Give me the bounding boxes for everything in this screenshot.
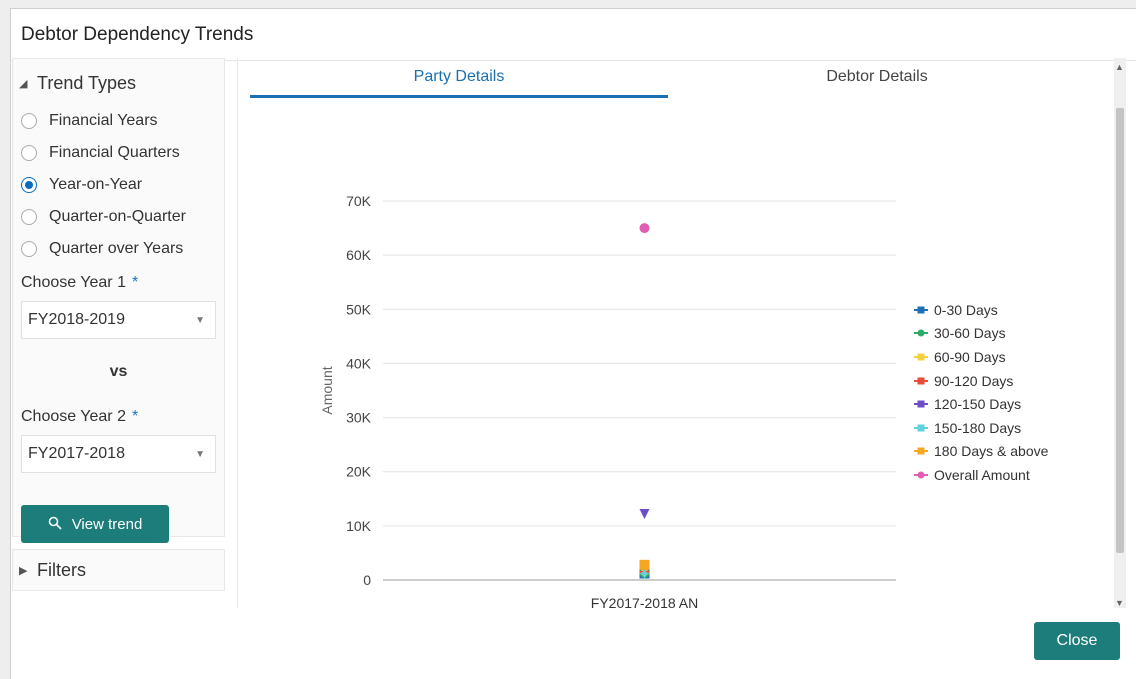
legend-marker-icon — [914, 446, 928, 456]
legend-item[interactable]: 0-30 Days — [914, 298, 1048, 322]
required-mark: * — [131, 408, 139, 425]
legend-item[interactable]: 150-180 Days — [914, 416, 1048, 440]
radio-circle[interactable] — [21, 145, 37, 161]
dropdown-arrow-icon[interactable]: ▼ — [195, 315, 205, 326]
data-point-120-150-days — [639, 508, 650, 519]
search-icon — [48, 516, 62, 533]
chart-panel: Party Details Debtor Details 0 10K 20K 30K 4… — [237, 58, 1126, 608]
trend-types-card: ◢ Trend Types Financial Years Financial … — [12, 58, 225, 543]
year1-select[interactable]: FY2018-2019 ▼ — [21, 301, 216, 339]
legend-marker-icon — [914, 352, 928, 362]
chart-legend: 0-30 Days 30-60 Days 60-90 Days 90-120 Days… — [914, 298, 1048, 487]
legend-item[interactable]: 60-90 Days — [914, 345, 1048, 369]
radio-year-on-year[interactable]: Year-on-Year — [21, 169, 216, 201]
legend-item[interactable]: 180 Days & above — [914, 440, 1048, 464]
year1-label: Choose Year 1 * — [21, 271, 216, 295]
legend-item[interactable]: 120-150 Days — [914, 392, 1048, 416]
trend-types-title: Trend Types — [37, 72, 137, 93]
legend-label: 30-60 Days — [934, 325, 1006, 342]
radio-label: Quarter over Years — [49, 240, 184, 257]
year1-label-text: Choose Year 1 — [21, 274, 126, 291]
filters-header[interactable]: ▶ Filters — [12, 549, 225, 591]
scroll-up-icon[interactable]: ▲ — [1115, 62, 1124, 72]
scroll-thumb[interactable] — [1116, 108, 1124, 553]
legend-label: Overall Amount — [934, 466, 1030, 483]
legend-label: 180 Days & above — [934, 443, 1049, 460]
legend-label: 120-150 Days — [934, 396, 1022, 413]
y-tick-label: 40K — [346, 355, 372, 371]
expand-triangle-icon[interactable]: ▶ — [19, 564, 31, 577]
radio-label: Financial Years — [49, 112, 158, 129]
left-panel: ◢ Trend Types Financial Years Financial … — [12, 58, 225, 591]
required-mark: * — [131, 274, 139, 291]
legend-label: 150-180 Days — [934, 419, 1022, 436]
y-tick-label: 10K — [346, 518, 372, 534]
data-point-180-days-above — [639, 559, 650, 570]
radio-circle[interactable] — [21, 177, 37, 193]
legend-marker-icon — [914, 470, 928, 480]
dialog-header: Debtor Dependency Trends — [11, 9, 1136, 61]
filters-title: Filters — [37, 559, 86, 580]
view-trend-label: View trend — [71, 515, 143, 533]
legend-marker-icon — [914, 305, 928, 315]
y-tick-label: 20K — [346, 464, 372, 480]
radio-label: Financial Quarters — [49, 144, 180, 161]
radio-quarter-on-quarter[interactable]: Quarter-on-Quarter — [21, 201, 216, 233]
legend-item[interactable]: Overall Amount — [914, 463, 1048, 487]
radio-circle[interactable] — [21, 113, 37, 129]
year2-label: Choose Year 2 * — [21, 405, 216, 429]
legend-marker-icon — [914, 399, 928, 409]
radio-circle[interactable] — [21, 241, 37, 257]
data-point-overall-amount — [639, 223, 650, 234]
year2-value: FY2017-2018 — [28, 445, 125, 462]
radio-label: Quarter-on-Quarter — [49, 208, 186, 225]
view-trend-button[interactable]: View trend — [21, 505, 169, 543]
vs-label: vs — [109, 363, 128, 380]
year2-label-text: Choose Year 2 — [21, 408, 126, 425]
y-tick-label: 70K — [346, 193, 372, 209]
legend-item[interactable]: 30-60 Days — [914, 322, 1048, 346]
legend-item[interactable]: 90-120 Days — [914, 369, 1048, 393]
collapse-triangle-icon[interactable]: ◢ — [19, 77, 31, 90]
legend-label: 60-90 Days — [934, 348, 1006, 365]
vertical-scrollbar[interactable]: ▲ ▼ — [1114, 58, 1126, 608]
y-tick-label: 60K — [346, 247, 372, 263]
radio-quarter-over-years[interactable]: Quarter over Years — [21, 233, 216, 265]
close-button[interactable]: Close — [1034, 622, 1120, 660]
y-axis-label: Amount — [319, 366, 335, 414]
legend-label: 0-30 Days — [934, 301, 998, 318]
legend-marker-icon — [914, 423, 928, 433]
dropdown-arrow-icon[interactable]: ▼ — [195, 449, 205, 460]
trend-type-radio-group: Financial Years Financial Quarters Year-… — [21, 105, 216, 265]
legend-marker-icon — [914, 376, 928, 386]
x-tick-label: FY2017-2018 AN — [591, 595, 698, 608]
year2-select[interactable]: FY2017-2018 ▼ — [21, 435, 216, 473]
dialog-title: Debtor Dependency Trends — [21, 23, 254, 45]
radio-label: Year-on-Year — [49, 176, 143, 193]
radio-circle[interactable] — [21, 209, 37, 225]
year1-value: FY2018-2019 — [28, 311, 125, 328]
y-tick-label: 50K — [346, 301, 372, 317]
y-tick-label: 30K — [346, 410, 372, 426]
legend-label: 90-120 Days — [934, 372, 1014, 389]
legend-marker-icon — [914, 328, 928, 338]
radio-financial-quarters[interactable]: Financial Quarters — [21, 137, 216, 169]
trend-types-header[interactable]: ◢ Trend Types — [19, 69, 216, 97]
scroll-down-icon[interactable]: ▼ — [1115, 598, 1124, 608]
radio-financial-years[interactable]: Financial Years — [21, 105, 216, 137]
y-tick-label: 0 — [363, 572, 371, 588]
